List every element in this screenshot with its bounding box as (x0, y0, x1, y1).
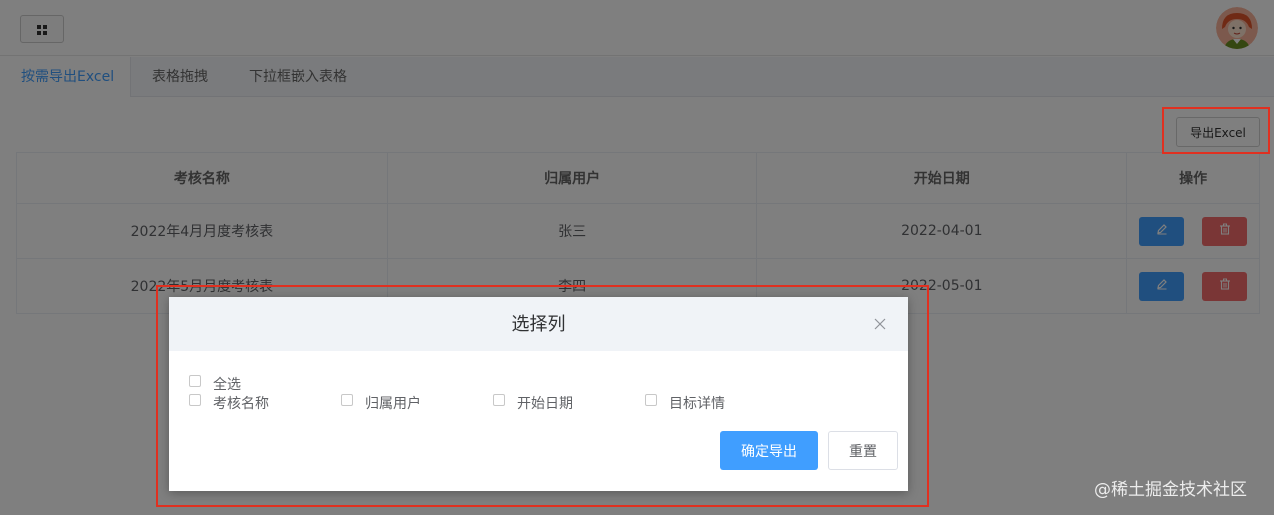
confirm-export-button[interactable]: 确定导出 (720, 431, 818, 470)
dialog-title: 选择列 (511, 314, 566, 335)
checkbox-label: 开始日期 (517, 396, 573, 412)
checkbox-label: 考核名称 (213, 396, 269, 412)
column-checkbox-name[interactable]: 考核名称 (189, 393, 269, 413)
watermark: @稀土掘金技术社区 (1094, 480, 1247, 500)
column-checkbox-target[interactable]: 目标详情 (645, 393, 725, 413)
select-columns-dialog: 选择列 全选 考核名称 归属用户 开始日期 目标详情 确定导出 重置 (169, 297, 908, 491)
checkbox-label: 全选 (213, 377, 241, 393)
close-icon[interactable] (870, 314, 890, 334)
checkbox-box[interactable] (189, 394, 201, 406)
select-all-checkbox[interactable]: 全选 (189, 374, 241, 394)
column-checkbox-user[interactable]: 归属用户 (341, 393, 421, 413)
app-window: 按需导出Excel 表格拖拽 下拉框嵌入表格 导出Excel 考核名称 归属用户… (0, 0, 1274, 515)
checkbox-box[interactable] (341, 394, 353, 406)
checkbox-box[interactable] (189, 375, 201, 387)
checkbox-box[interactable] (493, 394, 505, 406)
checkbox-label: 归属用户 (365, 396, 421, 412)
checkbox-label: 目标详情 (669, 396, 725, 412)
column-checkbox-date[interactable]: 开始日期 (493, 393, 573, 413)
checkbox-box[interactable] (645, 394, 657, 406)
reset-button[interactable]: 重置 (828, 431, 898, 470)
